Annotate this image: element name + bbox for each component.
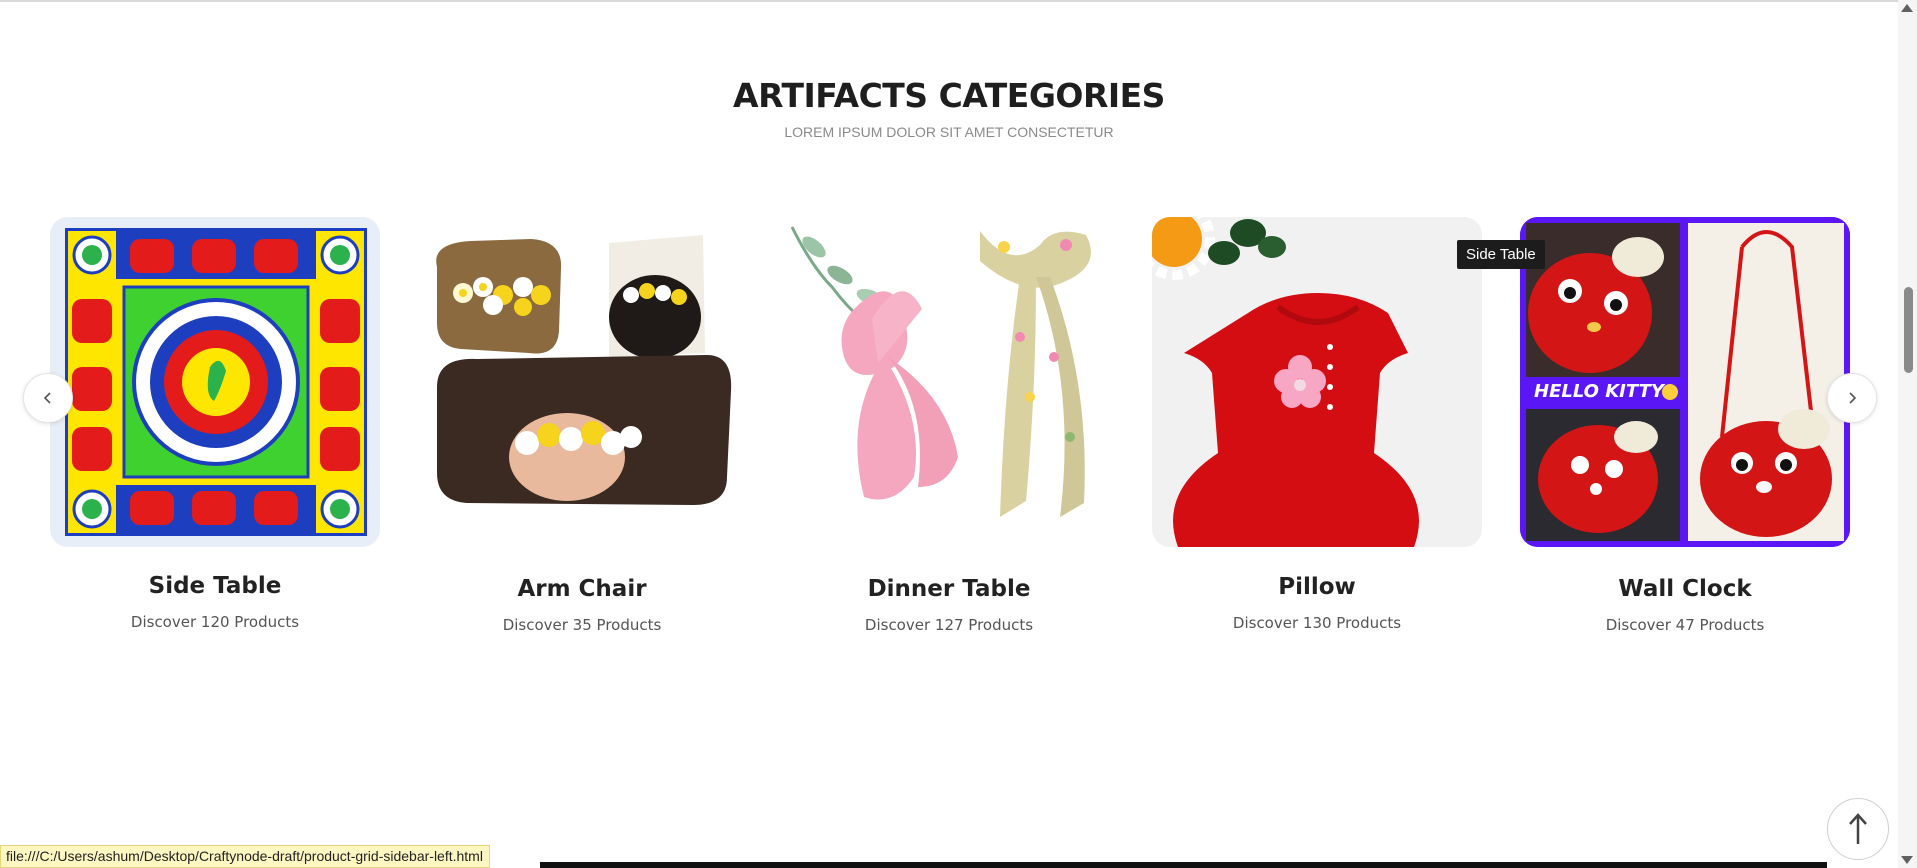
category-image[interactable] — [784, 217, 1114, 547]
category-name[interactable]: Arm Chair — [417, 576, 747, 602]
carousel-prev-button[interactable] — [23, 373, 73, 423]
category-card-dinner-table[interactable]: Dinner Table Discover 127 Products — [784, 217, 1114, 634]
page-scrollbar[interactable] — [1898, 0, 1917, 868]
category-product-count: Discover 47 Products — [1605, 616, 1765, 634]
category-name[interactable]: Wall Clock — [1520, 576, 1850, 602]
category-name[interactable]: Side Table — [50, 573, 380, 599]
chevron-left-icon — [43, 392, 51, 404]
top-divider — [0, 0, 1898, 2]
category-image[interactable] — [1152, 217, 1482, 547]
category-image[interactable] — [417, 217, 747, 547]
scroll-up-arrow-icon[interactable] — [1901, 4, 1913, 12]
tooltip: Side Table — [1457, 240, 1545, 269]
chevron-right-icon — [1849, 392, 1857, 404]
scrollbar-thumb[interactable] — [1904, 287, 1913, 373]
back-to-top-button[interactable] — [1827, 798, 1889, 860]
category-card-arm-chair[interactable]: Arm Chair Discover 35 Products — [417, 217, 747, 634]
hello-kitty-label: HELLO KITTY — [1534, 381, 1666, 402]
category-product-count: Discover 120 Products — [130, 613, 300, 631]
section-subtitle: LOREM IPSUM DOLOR SIT AMET CONSECTETUR — [784, 124, 1114, 140]
category-product-count: Discover 127 Products — [864, 616, 1034, 634]
category-image[interactable] — [50, 217, 380, 547]
section-title: ARTIFACTS CATEGORIES — [733, 76, 1165, 115]
carousel-next-button[interactable] — [1827, 373, 1877, 423]
category-name[interactable]: Dinner Table — [784, 576, 1114, 602]
scroll-down-arrow-icon[interactable] — [1901, 856, 1913, 864]
category-card-side-table[interactable]: Side Table Discover 120 Products — [50, 217, 380, 631]
category-card-wall-clock[interactable]: HELLO KITTY Wall Clock Discover 47 Produ… — [1520, 217, 1850, 634]
category-name[interactable]: Pillow — [1152, 574, 1482, 600]
category-product-count: Discover 130 Products — [1232, 614, 1402, 632]
arrow-up-icon — [1849, 813, 1867, 844]
status-url-bar: file:///C:/Users/ashum/Desktop/Craftynod… — [0, 845, 490, 868]
bottom-progress-bar — [540, 862, 1827, 868]
category-image[interactable]: HELLO KITTY — [1520, 217, 1850, 547]
category-product-count: Discover 35 Products — [502, 616, 662, 634]
category-card-pillow[interactable]: Pillow Discover 130 Products — [1152, 217, 1482, 632]
